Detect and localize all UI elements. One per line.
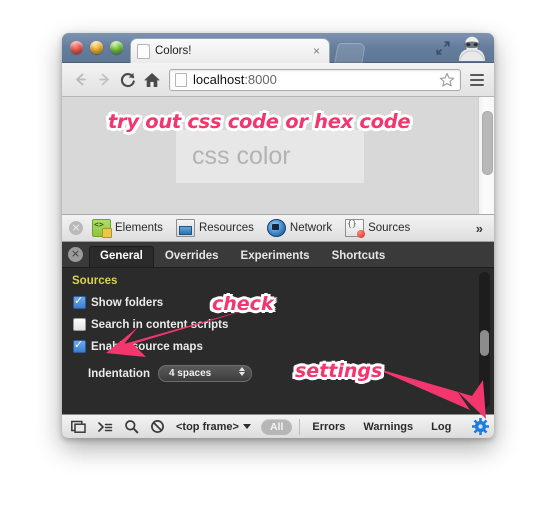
devtools-panel-sources[interactable]: Sources: [345, 219, 411, 238]
new-tab-button[interactable]: [334, 43, 366, 64]
chrome-menu-button[interactable]: [466, 68, 488, 92]
tab-general[interactable]: General: [89, 246, 154, 267]
url-text: localhost:8000: [193, 72, 439, 87]
devtools-panel-label: Sources: [368, 222, 411, 234]
zoom-window-button[interactable]: [110, 41, 123, 54]
console-toggle-button[interactable]: [92, 416, 118, 438]
page-scrollbar[interactable]: [478, 97, 494, 214]
clear-console-button[interactable]: [144, 416, 170, 438]
tab-experiments[interactable]: Experiments: [230, 246, 321, 267]
forward-button[interactable]: [92, 68, 116, 92]
home-icon: [144, 72, 160, 87]
expand-icon[interactable]: [435, 40, 451, 56]
devtools-overflow-button[interactable]: »: [476, 221, 487, 236]
dock-icon: [71, 420, 86, 433]
devtools-panel-elements[interactable]: Elements: [92, 219, 163, 238]
reload-button[interactable]: [116, 68, 140, 92]
devtools-settings-tabs: × General Overrides Experiments Shortcut…: [62, 242, 494, 268]
close-window-button[interactable]: [70, 41, 83, 54]
tab-shortcuts[interactable]: Shortcuts: [321, 246, 397, 267]
clear-console-icon: [150, 420, 164, 433]
page-icon: [137, 43, 150, 59]
settings-close-icon[interactable]: ×: [68, 247, 83, 262]
minimize-window-button[interactable]: [90, 41, 103, 54]
annotation-settings: settings: [295, 360, 383, 382]
css-color-placeholder: css color: [192, 142, 291, 170]
page-icon: [175, 72, 187, 87]
page-scrollbar-thumb[interactable]: [482, 111, 493, 175]
devtools-close-icon[interactable]: ×: [69, 221, 83, 235]
css-color-input[interactable]: css color: [176, 130, 364, 183]
devtools-panel-label: Elements: [115, 222, 163, 234]
incognito-icon[interactable]: [455, 36, 489, 62]
chevron-down-icon: [242, 424, 251, 429]
screenshot-root: Colors! × localhost:8000 css color × <> …: [0, 0, 555, 514]
browser-toolbar: localhost:8000: [62, 63, 494, 97]
filter-errors-button[interactable]: Errors: [312, 421, 345, 433]
sources-section-title: Sources: [72, 275, 118, 287]
devtools-scrollbar-thumb[interactable]: [480, 330, 489, 356]
elements-icon: [92, 219, 112, 238]
url-port: :8000: [244, 72, 277, 87]
bookmark-star-icon[interactable]: [439, 72, 455, 88]
close-icon[interactable]: ×: [310, 45, 323, 58]
tab-title: Colors!: [155, 45, 192, 57]
devtools-toolbar: × Elements Resources Network Sources: [62, 215, 494, 242]
filter-all-button[interactable]: All: [260, 418, 293, 435]
window-titlebar: Colors! ×: [62, 33, 494, 64]
hamburger-icon: [470, 73, 484, 86]
divider: [299, 418, 301, 435]
console-prompt-icon: [98, 421, 113, 432]
annotation-try-css: try out css code or hex code: [108, 110, 411, 133]
resources-icon: [175, 219, 195, 237]
window-controls: [70, 41, 123, 54]
frame-selector-value: <top frame>: [176, 420, 239, 433]
devtools-panel-label: Network: [289, 222, 333, 234]
back-arrow-icon: [75, 73, 86, 86]
annotation-arrow-settings: [372, 367, 486, 419]
dock-side-button[interactable]: [66, 416, 92, 438]
back-button[interactable]: [68, 68, 92, 92]
url-host: localhost: [193, 72, 245, 87]
home-button[interactable]: [140, 68, 164, 92]
search-icon: [124, 420, 138, 434]
tab-overrides[interactable]: Overrides: [154, 246, 230, 267]
devtools-panel-resources[interactable]: Resources: [175, 219, 254, 237]
network-icon: [266, 219, 286, 237]
browser-tab[interactable]: Colors! ×: [130, 38, 330, 63]
devtools-panel-label: Resources: [198, 222, 254, 234]
annotation-check: check: [212, 293, 274, 315]
forward-arrow-icon: [98, 73, 109, 86]
search-button[interactable]: [118, 416, 144, 438]
reload-icon: [120, 72, 135, 87]
devtools-panel-network[interactable]: Network: [266, 219, 333, 237]
frame-selector[interactable]: <top frame>: [176, 421, 251, 433]
address-bar[interactable]: localhost:8000: [169, 68, 461, 91]
sources-icon: [345, 219, 366, 238]
